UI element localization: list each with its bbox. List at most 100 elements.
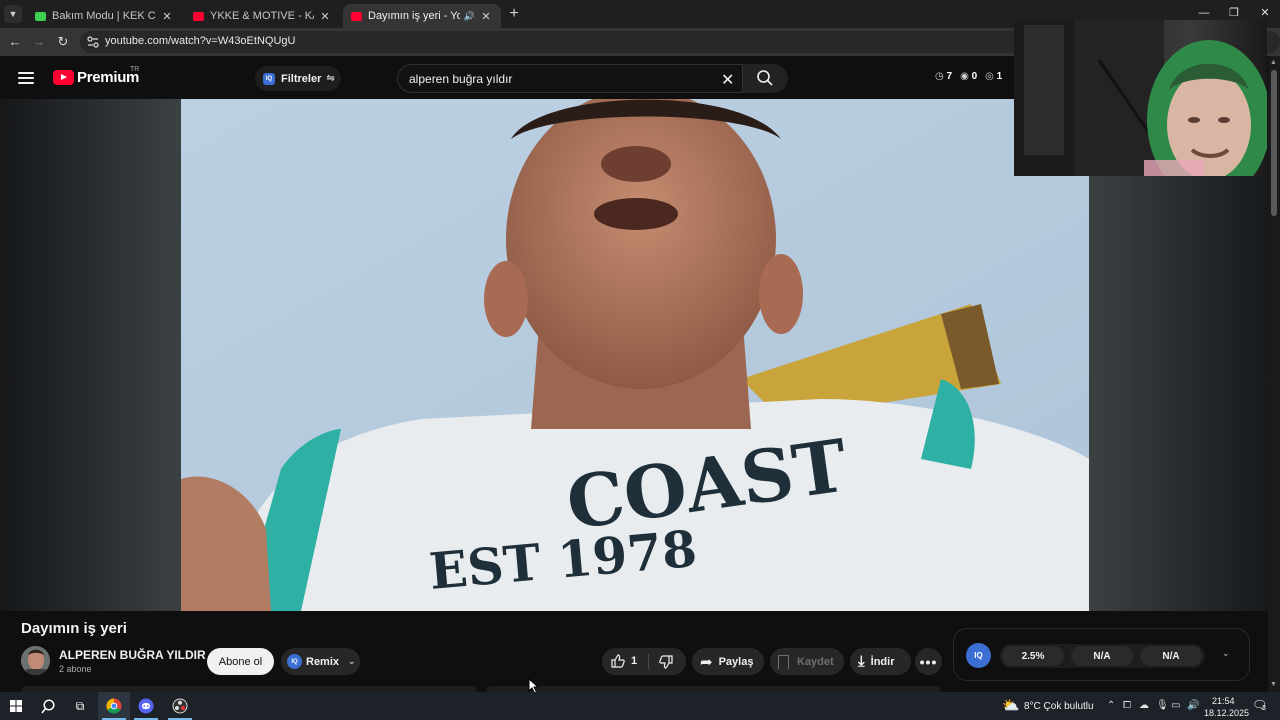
search-icon: [40, 698, 55, 713]
start-button[interactable]: [0, 692, 32, 720]
like-dislike-divider: [648, 654, 649, 669]
iq-extension-icon: IQ: [263, 72, 275, 85]
share-label: Paylaş: [718, 655, 754, 668]
task-view-icon: ⧉: [75, 698, 85, 713]
extension-stats: ◷ 7 ◉ 0 ◎ 1: [935, 71, 1002, 82]
scroll-up-arrow-icon[interactable]: ▲: [1270, 59, 1277, 66]
youtube-favicon-icon: [193, 11, 204, 21]
windows-logo-icon: [10, 700, 22, 712]
stat-watch-value: 7: [946, 71, 953, 82]
download-button[interactable]: ⤓ İndir: [850, 648, 911, 675]
chevron-down-icon[interactable]: ⌄: [1222, 648, 1230, 659]
tab-bakim-modu[interactable]: Bakım Modu | KEK Community ✕: [27, 4, 182, 28]
notification-center-button[interactable]: 🗨 3: [1250, 696, 1272, 716]
filters-button[interactable]: IQ Filtreler ⇋: [255, 66, 341, 91]
like-dislike-group: 1: [602, 648, 686, 675]
streamer-webcam-overlay: [1014, 20, 1267, 176]
clear-search-icon[interactable]: ✕: [721, 70, 734, 90]
share-icon: ➦: [700, 653, 713, 671]
volume-icon[interactable]: 🔊: [1187, 700, 1199, 711]
weather-text: 8°C Çok bulutlu: [1024, 701, 1094, 712]
video-frame: COAST EST 1978: [181, 99, 1089, 611]
iq-metrics-track: 2.5% N/A N/A: [1000, 644, 1205, 668]
bookmark-icon: [778, 654, 789, 669]
remix-button[interactable]: IQ Remix ⌄: [281, 648, 360, 675]
subscriber-count: 2 abone: [59, 664, 92, 674]
iq-metric-3[interactable]: N/A: [1140, 646, 1202, 666]
subscribe-button[interactable]: Abone ol: [207, 648, 274, 675]
new-tab-button[interactable]: +: [504, 4, 524, 24]
site-info-icon[interactable]: [86, 35, 100, 49]
menu-icon[interactable]: [18, 72, 34, 84]
country-code: TR: [130, 66, 140, 73]
stat-count-value: 1: [996, 71, 1003, 82]
avatar-image: [21, 646, 50, 675]
weather-widget[interactable]: ⛅ 8°C Çok bulutlu: [1002, 692, 1097, 720]
more-actions-button[interactable]: •••: [915, 648, 942, 675]
channel-name[interactable]: ALPEREN BUĞRA YILDIR: [59, 648, 206, 662]
share-button[interactable]: ➦ Paylaş: [692, 648, 764, 675]
audio-playing-icon[interactable]: 🔊: [464, 11, 475, 22]
microphone-icon[interactable]: 🎙: [1156, 700, 1169, 711]
search-input[interactable]: alperen buğra yıldır ✕: [397, 64, 743, 93]
thumbs-up-icon[interactable]: [610, 653, 626, 669]
back-arrow-icon[interactable]: ←: [6, 33, 24, 51]
cloudy-weather-icon: ⛅: [1002, 697, 1020, 713]
save-button[interactable]: Kaydet: [770, 648, 844, 675]
thumbs-down-icon[interactable]: [658, 654, 674, 670]
notification-count: 3: [1262, 705, 1266, 712]
filters-label: Filtreler: [281, 72, 322, 85]
like-count: 1: [631, 655, 638, 667]
remix-label: Remix: [306, 655, 340, 668]
webcam-feed: [1014, 20, 1267, 176]
obs-icon: [172, 698, 188, 714]
iq-extension-panel: IQ 2.5% N/A N/A ⌄: [953, 628, 1250, 681]
tab-ykke-motive[interactable]: YKKE & MOTIVE - KARANLIK (O ✕: [185, 4, 340, 28]
search-icon: [757, 70, 773, 86]
clock-date: 18.12.2025: [1204, 708, 1250, 718]
chrome-taskbar-button[interactable]: [98, 692, 130, 720]
stat-views-value: 0: [971, 71, 978, 82]
kek-favicon-icon: [35, 11, 46, 21]
page-scrollbar[interactable]: ▲ ▼: [1268, 56, 1280, 692]
iq-extension-icon: IQ: [287, 654, 302, 669]
close-tab-icon[interactable]: ✕: [318, 10, 332, 23]
meet-now-icon[interactable]: ⧠: [1123, 700, 1131, 711]
iq-metric-1[interactable]: 2.5%: [1002, 646, 1064, 666]
forward-arrow-icon[interactable]: →: [30, 33, 48, 51]
scroll-down-arrow-icon[interactable]: ▼: [1270, 681, 1277, 688]
eye-outline-icon: ◎: [985, 71, 994, 82]
onedrive-cloud-icon[interactable]: ☁: [1139, 700, 1149, 711]
search-taskbar-button[interactable]: [32, 692, 64, 720]
tab-dayimin-is-yeri[interactable]: Dayımın iş yeri - YouTube 🔊 ✕: [343, 4, 501, 28]
youtube-logo-icon[interactable]: [53, 70, 74, 85]
reload-icon[interactable]: ↻: [54, 33, 72, 51]
tab-title: Bakım Modu | KEK Community: [52, 10, 156, 22]
video-player[interactable]: COAST EST 1978: [181, 99, 1089, 611]
url-text: youtube.com/watch?v=W43oEtNQUgU: [105, 35, 296, 47]
channel-avatar[interactable]: [21, 646, 50, 675]
iq-logo-icon[interactable]: IQ: [966, 643, 991, 668]
clock[interactable]: 21:54 18.12.2025: [1201, 694, 1249, 720]
save-label: Kaydet: [797, 655, 834, 668]
discord-taskbar-button[interactable]: [130, 692, 162, 720]
windows-taskbar: ⧉ ⛅ 8°C Çok bulutlu ⌃ ⧠ ☁ 🎙 ▭ 🔊 21:54 18…: [0, 692, 1280, 720]
show-hidden-icons-chevron-icon[interactable]: ⌃: [1107, 700, 1115, 711]
youtube-favicon-icon: [351, 11, 362, 21]
obs-taskbar-button[interactable]: [164, 692, 196, 720]
close-tab-icon[interactable]: ✕: [160, 10, 174, 23]
clock-icon: ◷: [935, 71, 944, 82]
tune-icon: ⇋: [326, 73, 335, 84]
search-query-text: alperen buğra yıldır: [409, 72, 513, 86]
close-tab-icon[interactable]: ✕: [479, 10, 493, 23]
chevron-down-icon[interactable]: ⌄: [348, 656, 356, 667]
iq-metric-2[interactable]: N/A: [1071, 646, 1133, 666]
task-view-button[interactable]: ⧉: [64, 692, 96, 720]
search-button[interactable]: [743, 64, 788, 93]
tab-search-dropdown-button[interactable]: ▼: [4, 5, 22, 23]
download-label: İndir: [870, 655, 895, 668]
scrollbar-thumb[interactable]: [1271, 70, 1277, 216]
video-title: Dayımın iş yeri: [21, 620, 127, 637]
eye-icon: ◉: [960, 71, 969, 82]
network-icon[interactable]: ▭: [1171, 700, 1180, 711]
